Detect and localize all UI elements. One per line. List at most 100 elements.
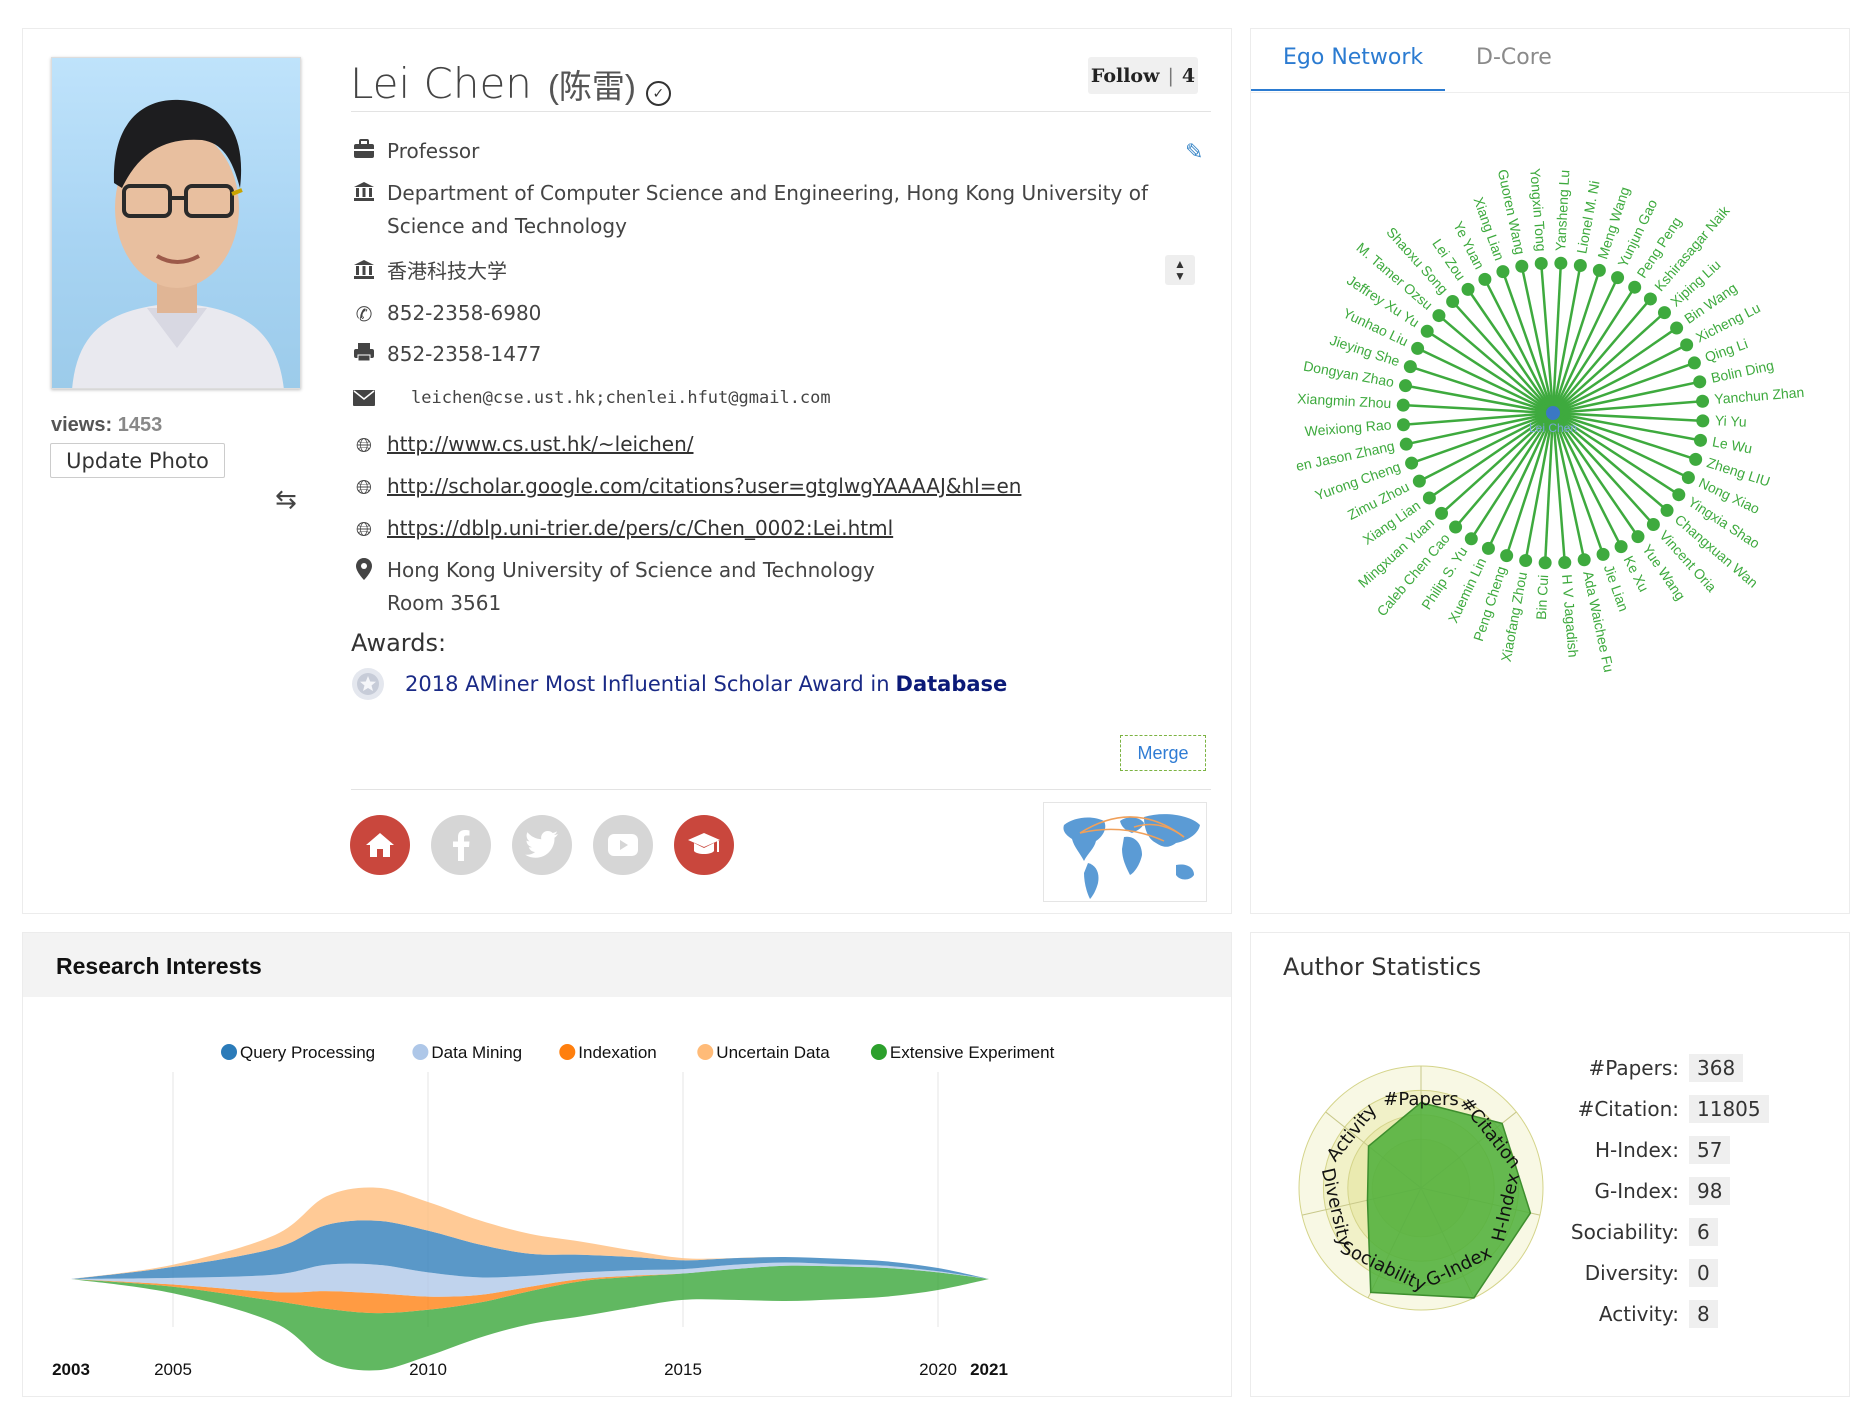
legend-swatch[interactable] (412, 1044, 429, 1060)
merge-button[interactable]: Merge (1120, 735, 1206, 771)
network-node[interactable] (1696, 394, 1710, 408)
network-node[interactable] (1554, 256, 1568, 270)
language-stepper[interactable]: ▲ ▼ (1165, 255, 1195, 285)
legend-swatch[interactable] (221, 1044, 237, 1060)
network-node[interactable] (1519, 553, 1533, 567)
edit-icon[interactable]: ✎ (1185, 139, 1203, 165)
legend-swatch[interactable] (697, 1044, 714, 1060)
network-node[interactable] (1693, 375, 1707, 389)
network-node[interactable] (1573, 259, 1587, 273)
network-node[interactable] (1446, 295, 1460, 309)
network-node[interactable] (1412, 474, 1426, 488)
network-node-label[interactable]: Bin Cui (1533, 574, 1551, 620)
network-node[interactable] (1534, 256, 1548, 270)
network-node[interactable] (1461, 282, 1475, 296)
network-node[interactable] (1689, 452, 1703, 466)
homepage-link[interactable]: http://www.cs.ust.hk/~leichen/ (387, 428, 694, 461)
network-node-label[interactable]: Yongxin Tong (1527, 168, 1549, 252)
network-node[interactable] (1405, 456, 1419, 470)
research-interests-chart[interactable]: Query Processing Data Mining Indexation Unc… (23, 997, 1231, 1396)
legend-label[interactable]: Extensive Experiment (890, 1043, 1055, 1062)
network-node[interactable] (1611, 271, 1625, 285)
network-node-label[interactable]: H V Jagadish (1559, 574, 1581, 658)
scholar-cap-icon[interactable] (674, 815, 734, 875)
network-node[interactable] (1478, 272, 1492, 286)
name-row: Lei Chen (陈雷) ✓ (350, 59, 671, 108)
network-node[interactable] (1672, 488, 1686, 502)
network-node[interactable] (1500, 549, 1514, 563)
youtube-icon[interactable] (593, 815, 653, 875)
network-node[interactable] (1681, 471, 1695, 485)
stat-row: G-Index: 98 (1551, 1176, 1811, 1206)
network-node[interactable] (1693, 433, 1707, 447)
legend-label[interactable]: Uncertain Data (716, 1043, 830, 1062)
network-node[interactable] (1396, 398, 1410, 412)
network-node-label[interactable]: Xiangmin Zhou (1297, 390, 1392, 411)
network-node[interactable] (1515, 259, 1529, 273)
network-node[interactable] (1396, 418, 1410, 432)
scholar-link[interactable]: http://scholar.google.com/citations?user… (387, 470, 1021, 503)
network-node[interactable] (1403, 360, 1417, 374)
network-node[interactable] (1481, 541, 1495, 555)
network-node[interactable] (1449, 520, 1463, 534)
globe-icon: 🌐︎ (356, 433, 372, 457)
network-node-label[interactable]: Weixiong Rao (1304, 416, 1392, 439)
follow-button[interactable]: Follow | 4 (1088, 57, 1198, 94)
network-node[interactable] (1411, 341, 1425, 355)
legend-swatch[interactable] (559, 1044, 576, 1060)
network-node[interactable] (1670, 321, 1684, 335)
ego-network-graph[interactable]: Yansheng Lu Lionel M. NiMeng WangYunjun G… (1251, 97, 1849, 697)
network-node[interactable] (1592, 263, 1606, 277)
network-node[interactable] (1577, 553, 1591, 567)
tab-d-core[interactable]: D-Core (1476, 45, 1552, 70)
author-statistics-panel: Author Statistics #Papers #Citation H-Inde… (1250, 932, 1850, 1397)
network-node[interactable] (1643, 292, 1657, 306)
network-node[interactable] (1631, 530, 1645, 544)
network-node[interactable] (1628, 280, 1642, 294)
org-cn-text: 香港科技大学 (387, 259, 507, 283)
world-map-thumbnail[interactable] (1043, 802, 1207, 902)
network-node[interactable] (1435, 506, 1449, 520)
legend-label[interactable]: Data Mining (431, 1043, 522, 1062)
network-node-label[interactable]: Le Wu (1711, 433, 1753, 456)
network-node[interactable] (1464, 532, 1478, 546)
stat-value: 6 (1689, 1218, 1718, 1246)
network-node[interactable] (1432, 309, 1446, 323)
network-node[interactable] (1687, 356, 1701, 370)
network-center-node[interactable] (1546, 406, 1560, 420)
network-node[interactable] (1657, 306, 1671, 320)
chevron-down-icon[interactable]: ▼ (1174, 270, 1186, 282)
address-row: Hong Kong University of Science and Tech… (351, 558, 875, 620)
network-node[interactable] (1420, 324, 1434, 338)
network-node[interactable] (1696, 414, 1710, 428)
network-node[interactable] (1399, 437, 1413, 451)
tab-ego-network[interactable]: Ego Network (1283, 45, 1423, 70)
update-photo-button[interactable]: Update Photo (50, 443, 225, 478)
network-node-label[interactable]: Bolin Ding (1710, 357, 1776, 386)
home-icon[interactable] (350, 815, 410, 875)
network-node-label[interactable]: Yanchun Zhan (1714, 384, 1805, 407)
network-node[interactable] (1422, 491, 1436, 505)
legend-swatch[interactable] (870, 1044, 887, 1060)
swap-icon[interactable]: ⇆ (275, 484, 297, 515)
legend-label[interactable]: Indexation (578, 1043, 656, 1062)
twitter-icon[interactable] (512, 815, 572, 875)
network-node-label[interactable]: Yi Yu (1714, 412, 1747, 430)
network-node[interactable] (1496, 265, 1510, 279)
x-tick-label: 2015 (664, 1360, 702, 1379)
network-node[interactable] (1646, 517, 1660, 531)
dblp-link[interactable]: https://dblp.uni-trier.de/pers/c/Chen_00… (387, 512, 893, 545)
network-node[interactable] (1596, 547, 1610, 561)
facebook-icon[interactable] (431, 815, 491, 875)
network-node[interactable] (1680, 338, 1694, 352)
follow-count: 4 (1181, 64, 1196, 87)
network-node[interactable] (1558, 556, 1572, 570)
network-node[interactable] (1538, 556, 1552, 570)
scholar-row: 🌐︎ http://scholar.google.com/citations?u… (351, 474, 1021, 503)
network-node[interactable] (1399, 379, 1413, 393)
network-node-label[interactable]: Yansheng Lu (1552, 169, 1572, 251)
network-node[interactable] (1614, 540, 1628, 554)
award-item[interactable]: 2018 AMiner Most Influential Scholar Awa… (351, 667, 1007, 701)
legend-label[interactable]: Query Processing (240, 1043, 375, 1062)
network-node[interactable] (1660, 503, 1674, 517)
